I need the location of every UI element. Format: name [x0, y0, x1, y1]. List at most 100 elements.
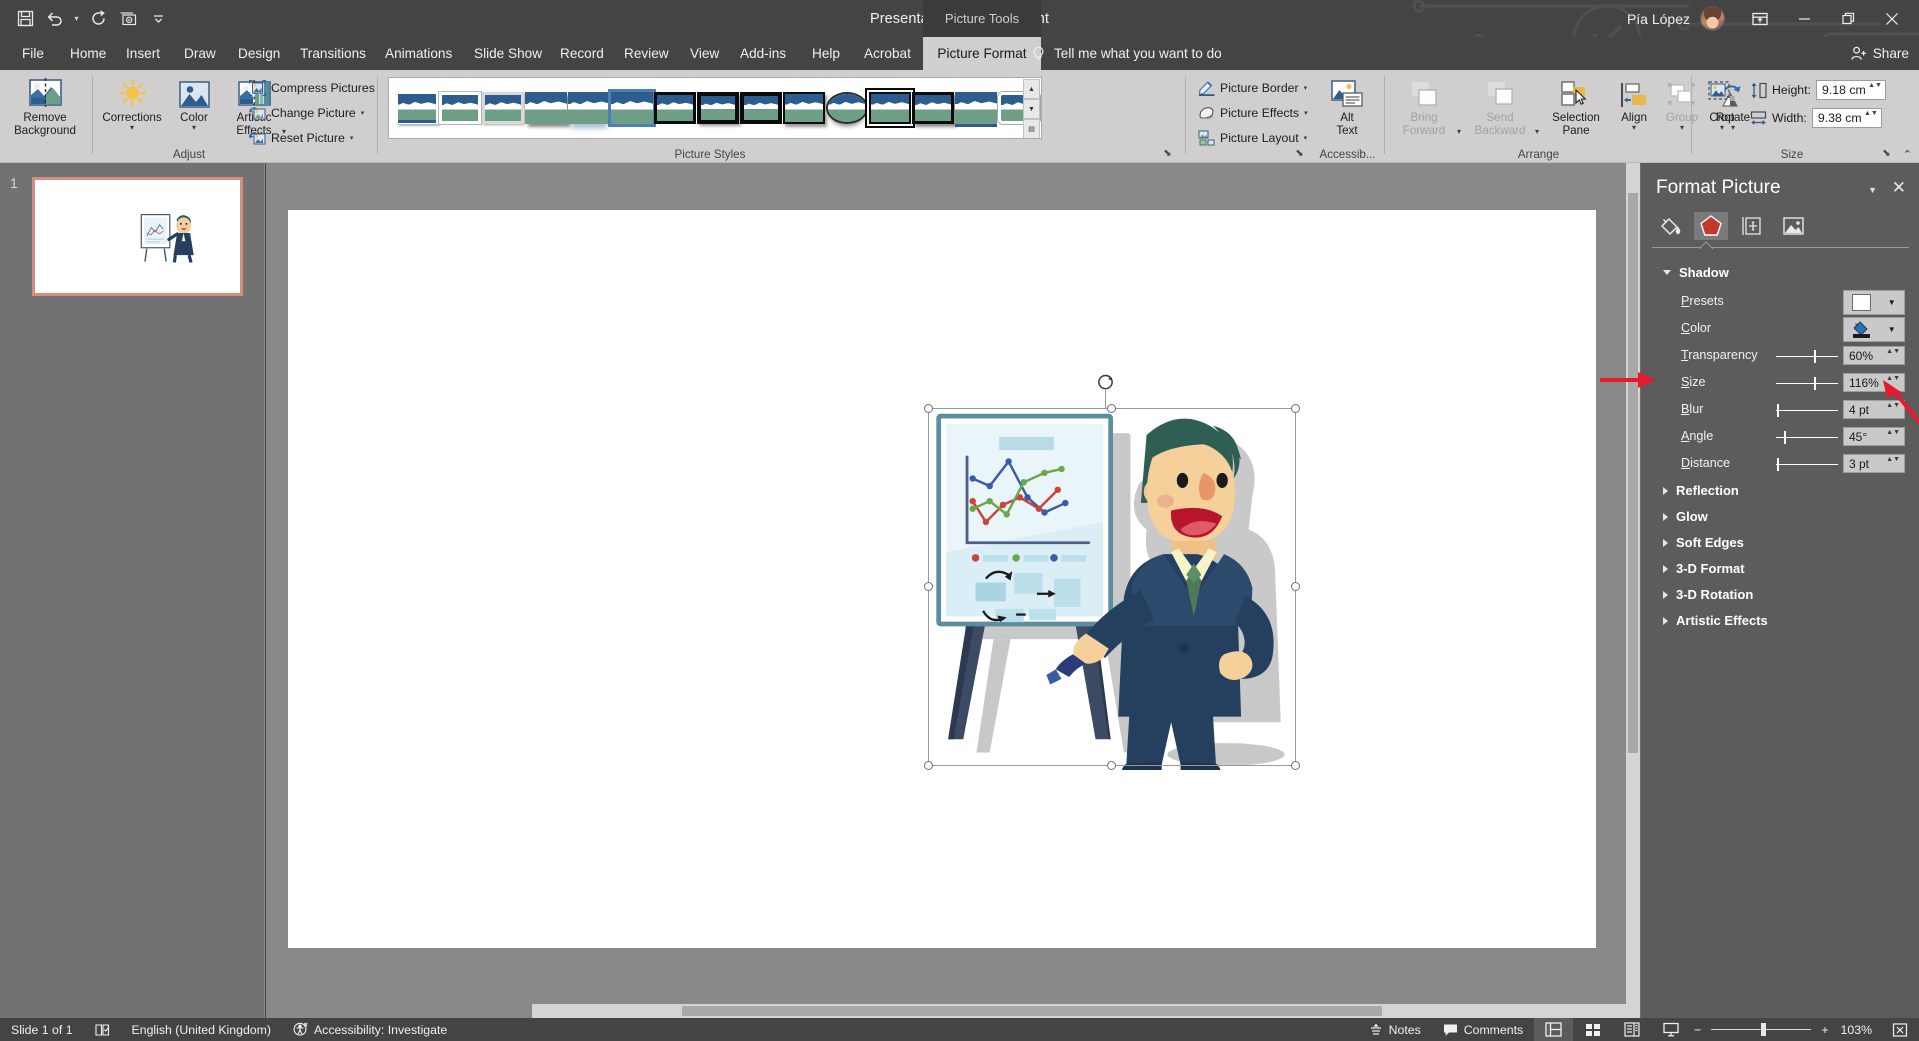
- blur-spinner[interactable]: ▲▼: [1881, 402, 1900, 410]
- reset-picture-button[interactable]: Reset Picture ▾: [249, 128, 353, 148]
- status-accessibility[interactable]: Accessibility: Investigate: [282, 1018, 458, 1041]
- distance-slider[interactable]: [1776, 464, 1838, 465]
- canvas-hscroll-thumb[interactable]: [682, 1006, 1382, 1016]
- picture-styles-gallery[interactable]: ▲ ▼ ▤: [388, 77, 1042, 139]
- blur-input[interactable]: 4 pt ▲▼: [1843, 400, 1905, 419]
- transparency-slider[interactable]: [1776, 356, 1838, 357]
- alt-text-button[interactable]: Alt Text: [1316, 74, 1378, 137]
- reset-picture-dropdown-icon[interactable]: ▾: [350, 134, 354, 142]
- pane-options-chevron-icon[interactable]: ▼: [1868, 185, 1877, 195]
- selection-pane-button[interactable]: Selection Pane: [1541, 74, 1611, 137]
- zoom-slider[interactable]: [1705, 1018, 1817, 1041]
- slide-surface[interactable]: [288, 210, 1596, 948]
- corrections-button[interactable]: Corrections ▾: [97, 74, 167, 132]
- undo-icon[interactable]: [40, 5, 70, 33]
- shadow-size-slider-knob[interactable]: [1814, 377, 1816, 390]
- gallery-scroll-up-icon[interactable]: ▲: [1023, 79, 1040, 99]
- section-soft-edges-header[interactable]: Soft Edges: [1663, 535, 1744, 550]
- save-icon[interactable]: [10, 5, 40, 33]
- fit-to-window-button[interactable]: [1880, 1018, 1919, 1041]
- rotate-handle-icon[interactable]: [1097, 373, 1114, 390]
- zoom-in-button[interactable]: +: [1817, 1018, 1832, 1041]
- share-button[interactable]: Share: [1851, 37, 1909, 70]
- picture-layout-button[interactable]: Picture Layout ▾: [1198, 128, 1307, 148]
- distance-input[interactable]: 3 pt ▲▼: [1843, 454, 1905, 473]
- collapse-ribbon-icon[interactable]: ⌃: [1903, 148, 1912, 161]
- gallery-item[interactable]: [783, 83, 826, 133]
- tab-picture-format[interactable]: Picture Format: [923, 37, 1041, 70]
- tab-help[interactable]: Help: [800, 37, 852, 70]
- gallery-item[interactable]: [653, 83, 696, 133]
- close-icon[interactable]: [1871, 3, 1913, 35]
- tab-file[interactable]: File: [10, 37, 56, 70]
- redo-icon[interactable]: [83, 5, 113, 33]
- change-picture-button[interactable]: Change Picture ▾: [249, 103, 364, 123]
- width-spinner[interactable]: ▲▼: [1864, 110, 1878, 118]
- align-button[interactable]: Align ▾: [1611, 74, 1657, 132]
- fp-tab-effects[interactable]: [1694, 212, 1728, 240]
- tab-slide-show[interactable]: Slide Show: [462, 37, 554, 70]
- gallery-scroll-down-icon[interactable]: ▼: [1023, 99, 1040, 119]
- width-input[interactable]: 9.38 cm ▲▼: [1811, 108, 1882, 128]
- blur-slider[interactable]: [1776, 410, 1838, 411]
- avatar[interactable]: [1700, 6, 1725, 31]
- undo-dropdown-icon[interactable]: ▾: [70, 5, 83, 33]
- distance-spinner[interactable]: ▲▼: [1881, 456, 1900, 464]
- tab-record[interactable]: Record: [548, 37, 616, 70]
- notes-button[interactable]: Notes: [1358, 1018, 1432, 1041]
- remove-background-button[interactable]: Remove Background: [6, 74, 84, 137]
- angle-slider-knob[interactable]: [1784, 431, 1786, 444]
- picture-effects-button[interactable]: Picture Effects ▾: [1198, 103, 1308, 123]
- transparency-spinner[interactable]: ▲▼: [1881, 348, 1900, 356]
- gallery-item[interactable]: [567, 83, 610, 133]
- resize-handle-top-right[interactable]: [1291, 404, 1300, 413]
- status-language[interactable]: English (United Kingdom): [121, 1018, 282, 1041]
- tab-review[interactable]: Review: [612, 37, 681, 70]
- blur-slider-knob[interactable]: [1777, 404, 1779, 417]
- resize-handle-middle-left[interactable]: [924, 582, 933, 591]
- resize-handle-bottom-center[interactable]: [1107, 761, 1116, 770]
- gallery-item[interactable]: [610, 83, 653, 133]
- gallery-item[interactable]: [826, 83, 869, 133]
- presets-dropdown[interactable]: ▼: [1843, 290, 1905, 315]
- section-shadow-header[interactable]: Shadow: [1663, 265, 1729, 280]
- section-glow-header[interactable]: Glow: [1663, 509, 1708, 524]
- shadow-size-input[interactable]: 116% ▲▼: [1843, 373, 1905, 392]
- gallery-item[interactable]: [438, 83, 481, 133]
- gallery-item[interactable]: [524, 83, 567, 133]
- pane-close-icon[interactable]: ✕: [1892, 179, 1906, 196]
- gallery-item[interactable]: [696, 83, 739, 133]
- crop-dropdown-icon[interactable]: ▾: [1720, 124, 1724, 132]
- picture-border-button[interactable]: Picture Border ▾: [1198, 78, 1307, 98]
- slide-thumbnail-1[interactable]: [32, 177, 243, 296]
- gallery-item[interactable]: [912, 83, 955, 133]
- group-dropdown-icon[interactable]: ▾: [1680, 124, 1684, 132]
- minimize-icon[interactable]: [1783, 3, 1825, 35]
- send-backward-button[interactable]: Send Backward ▾: [1461, 74, 1539, 137]
- height-input[interactable]: 9.18 cm ▲▼: [1815, 80, 1886, 100]
- change-picture-dropdown-icon[interactable]: ▾: [361, 109, 365, 117]
- zoom-slider-knob[interactable]: [1761, 1023, 1767, 1036]
- presets-caret-icon[interactable]: ▼: [1888, 298, 1896, 307]
- resize-handle-middle-right[interactable]: [1291, 582, 1300, 591]
- shadow-color-caret-icon[interactable]: ▼: [1888, 325, 1896, 334]
- gallery-item[interactable]: [395, 83, 438, 133]
- picture-effects-dropdown-icon[interactable]: ▾: [1304, 109, 1308, 117]
- gallery-more-icon[interactable]: ▤: [1023, 119, 1040, 138]
- gallery-item[interactable]: [869, 83, 912, 133]
- slide-sorter-view-button[interactable]: [1573, 1018, 1612, 1041]
- bring-forward-button[interactable]: Bring Forward ▾: [1387, 74, 1461, 137]
- gallery-item[interactable]: [481, 83, 524, 133]
- section-artistic-effects-header[interactable]: Artistic Effects: [1663, 613, 1768, 628]
- resize-handle-bottom-right[interactable]: [1291, 761, 1300, 770]
- section-3d-rotation-header[interactable]: 3-D Rotation: [1663, 587, 1753, 602]
- slide-show-view-button[interactable]: [1651, 1018, 1690, 1041]
- crop-button[interactable]: Crop ▾: [1698, 74, 1746, 132]
- section-3d-format-header[interactable]: 3-D Format: [1663, 561, 1745, 576]
- start-from-beginning-icon[interactable]: [113, 5, 143, 33]
- gallery-item[interactable]: [740, 83, 783, 133]
- tab-acrobat[interactable]: Acrobat: [852, 37, 923, 70]
- restore-icon[interactable]: [1827, 3, 1869, 35]
- tab-transitions[interactable]: Transitions: [288, 37, 378, 70]
- shadow-color-dropdown[interactable]: ▼: [1843, 317, 1905, 342]
